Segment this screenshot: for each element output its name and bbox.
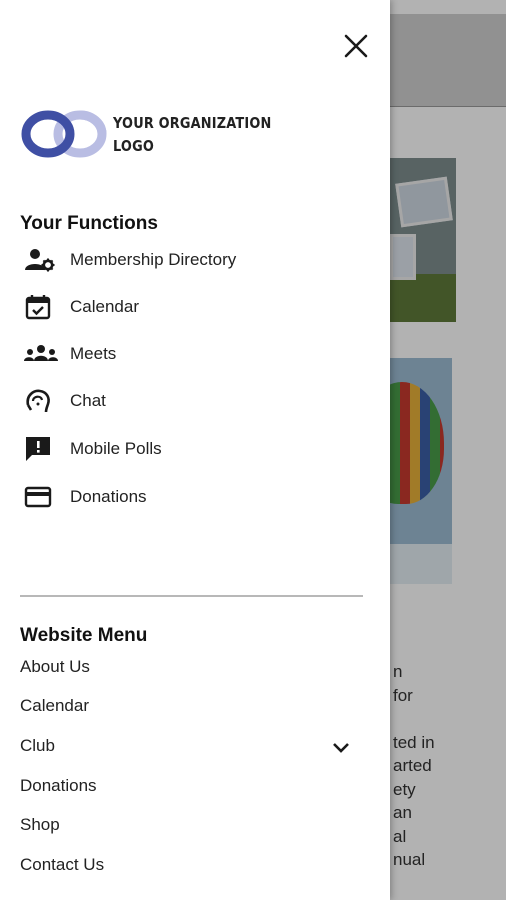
logo-line-2: LOGO: [113, 137, 154, 155]
menu-item-club[interactable]: Club: [20, 731, 360, 761]
menu-item-donations[interactable]: Donations: [20, 771, 360, 801]
function-label: Meets: [70, 344, 117, 363]
function-label: Chat: [70, 391, 106, 410]
function-item-calendar[interactable]: Calendar: [20, 287, 360, 327]
function-label: Mobile Polls: [70, 439, 162, 458]
function-item-mobile-polls[interactable]: Mobile Polls: [20, 429, 360, 469]
organization-logo: [21, 110, 107, 158]
organization-logo-text: YOUR ORGANIZATION LOGO: [113, 112, 271, 158]
close-button[interactable]: [340, 30, 372, 62]
membership-directory-icon: [20, 246, 60, 274]
close-icon: [344, 34, 368, 58]
logo-line-1: YOUR ORGANIZATION: [113, 114, 272, 132]
function-label: Calendar: [70, 297, 139, 316]
calendar-icon: [20, 293, 60, 321]
menu-item-contact-us[interactable]: Contact Us: [20, 850, 360, 880]
function-item-meets[interactable]: Meets: [20, 334, 360, 374]
chat-icon: [20, 387, 60, 415]
functions-section-title: Your Functions: [20, 213, 158, 234]
chevron-down-icon: [333, 743, 349, 753]
card-icon: [20, 483, 60, 511]
group-icon: [20, 340, 60, 368]
function-item-membership-directory[interactable]: Membership Directory: [20, 240, 360, 280]
club-expand-button[interactable]: [330, 737, 352, 759]
website-menu-title: Website Menu: [20, 625, 148, 646]
menu-item-calendar[interactable]: Calendar: [20, 691, 360, 721]
navigation-drawer: YOUR ORGANIZATION LOGO Your Functions Me…: [0, 0, 390, 900]
function-label: Donations: [70, 487, 147, 506]
section-divider: [20, 595, 363, 597]
menu-item-shop[interactable]: Shop: [20, 810, 360, 840]
function-item-chat[interactable]: Chat: [20, 381, 360, 421]
function-item-donations[interactable]: Donations: [20, 477, 360, 517]
poll-icon: [20, 435, 60, 463]
menu-item-about-us[interactable]: About Us: [20, 652, 360, 682]
function-label: Membership Directory: [70, 250, 237, 269]
